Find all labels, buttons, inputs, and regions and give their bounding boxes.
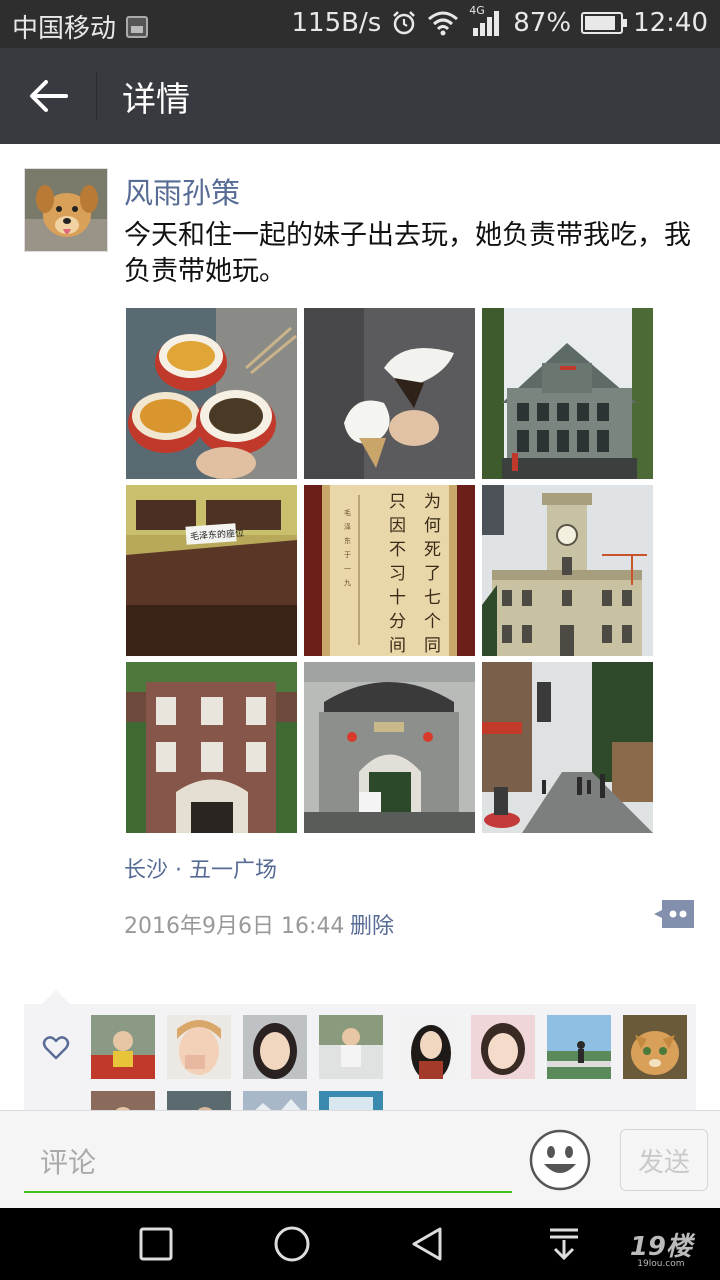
battery-fill [585,16,616,30]
title-bar: 详情 [0,48,720,144]
alarm-icon [393,11,416,35]
photo-gate[interactable] [304,662,475,833]
likes-pointer [42,990,70,1004]
watermark-site: 19lou.com [637,1259,685,1269]
delete-button[interactable]: 删除 [350,908,394,940]
photo-building[interactable] [482,308,653,479]
liker-avatar[interactable] [167,1015,231,1079]
svg-text:为: 为 [424,492,441,512]
liker-avatar[interactable] [319,1015,383,1079]
svg-text:分: 分 [389,612,406,632]
svg-text:了: 了 [424,564,441,584]
svg-text:九: 九 [344,578,351,587]
notification-pulldown-icon[interactable] [546,1226,582,1262]
svg-text:一: 一 [344,565,351,573]
svg-text:习: 习 [389,564,406,584]
comment-bar: 发送 [0,1110,720,1208]
photo-desk[interactable]: 毛泽东的座位 [126,485,297,656]
comment-options-icon[interactable] [652,898,696,930]
battery-icon [581,12,628,34]
svg-text:同: 同 [424,636,441,656]
likes-panel [24,1004,696,1114]
location-link[interactable]: 长沙 · 五一广场 [124,852,277,884]
svg-text:只: 只 [389,492,406,512]
site-watermark: 19楼 19lou.com [630,1226,692,1269]
home-circle-icon[interactable] [274,1226,310,1262]
photo-ice-cream[interactable] [304,308,475,479]
image-notification-icon [126,15,149,38]
liker-avatar[interactable] [243,1015,307,1079]
svg-text:十: 十 [389,588,406,608]
back-triangle-icon[interactable] [410,1226,446,1262]
liker-avatar[interactable] [91,1015,155,1079]
send-button[interactable]: 发送 [620,1129,708,1191]
photo-food[interactable] [126,308,297,479]
page-title: 详情 [122,80,190,120]
liker-avatar[interactable] [623,1015,687,1079]
svg-text:东: 东 [344,536,351,545]
title-divider [96,72,97,120]
photo-street[interactable] [482,662,653,833]
battery-percent: 87% [513,8,572,38]
emoji-icon[interactable] [528,1128,592,1192]
net-speed: 115B/s [291,8,382,38]
svg-text:个: 个 [424,612,441,632]
author-avatar[interactable] [24,168,108,252]
heart-icon [42,1036,70,1060]
signal-icon: 4G [469,4,503,38]
photo-clock-tower[interactable] [482,485,653,656]
post-text: 今天和住一起的妹子出去玩，她负责带我吃，我负责带她玩。 [124,220,691,287]
photo-brick-building[interactable] [126,662,297,833]
post-timestamp: 2016年9月6日 16:44 [124,914,345,939]
svg-text:泽: 泽 [344,523,351,531]
svg-text:七: 七 [424,588,441,608]
comment-input[interactable] [24,1133,512,1193]
author-name[interactable]: 风雨孙策 [124,170,240,212]
recents-square-icon[interactable] [138,1226,174,1262]
wifi-icon [428,11,459,36]
status-bar: 中国移动 115B/s 4G 87% 12:40 [0,0,720,48]
svg-text:死: 死 [424,540,441,560]
photo-grid: 毛泽东的座位 为何死 了七个 同 只因不 习十分 间 毛泽东 于一九 [126,308,654,833]
svg-text:于: 于 [344,551,351,559]
svg-text:不: 不 [389,540,406,560]
watermark-logo: 19楼 [629,1232,692,1262]
svg-text:因: 因 [389,516,406,536]
liker-avatar[interactable] [547,1015,611,1079]
liker-avatar[interactable] [471,1015,535,1079]
svg-text:何: 何 [424,516,441,536]
back-arrow-icon[interactable] [26,76,70,116]
svg-text:毛: 毛 [344,508,351,517]
system-nav-bar: 19楼 19lou.com [0,1208,720,1280]
svg-text:间: 间 [389,636,406,656]
photo-inscription[interactable]: 为何死 了七个 同 只因不 习十分 间 毛泽东 于一九 [304,485,475,656]
clock: 12:40 [633,8,708,38]
carrier-label: 中国移动 [12,14,117,44]
liker-avatar[interactable] [395,1015,459,1079]
